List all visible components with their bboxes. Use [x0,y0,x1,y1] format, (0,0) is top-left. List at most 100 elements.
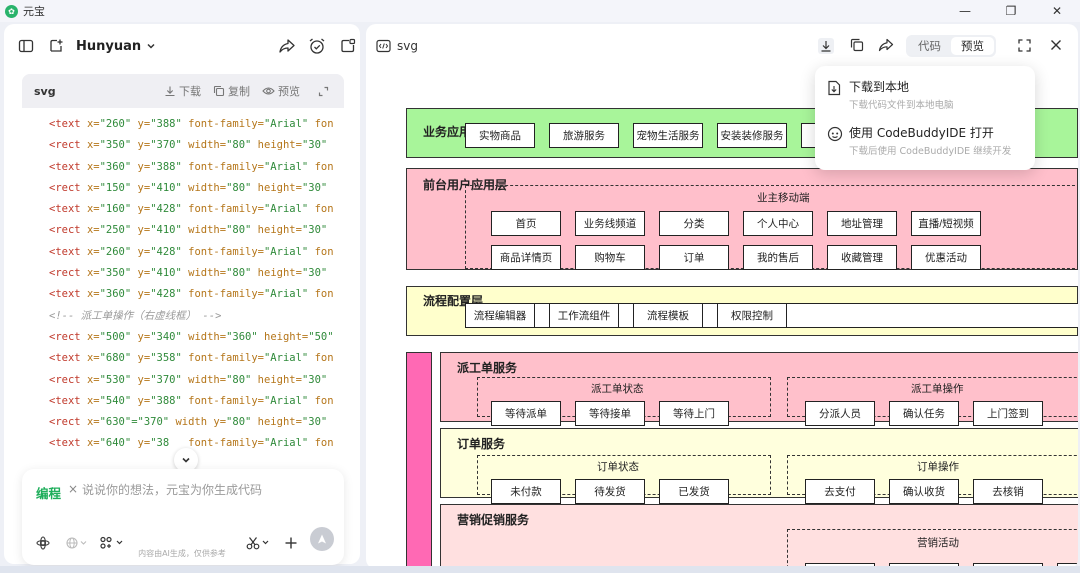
code-language: svg [34,84,56,98]
code-token: <text [49,288,87,301]
code-token: y= [137,394,151,407]
code-card-header: svg 下载 复制 预览 [22,74,344,108]
model-selector[interactable]: Hunyuan [76,39,141,54]
code-line: <text x="680" y="358" font-family="Arial… [22,348,344,369]
diagram-box: 上门签到 [973,401,1043,426]
code-token: "388" [150,118,189,130]
tab-preview[interactable]: 预览 [951,37,994,55]
code-token: <text [49,437,87,450]
code-token: y= [137,139,151,152]
download-local-option[interactable]: 下载到本地 下载代码文件到本地电脑 [827,78,1027,118]
code-token: "410" [150,267,189,280]
code-token: "410" [150,181,189,194]
code-token: "Arial" [263,160,315,173]
diagram-box: 确认收货 [889,479,959,504]
code-token: <rect [49,373,87,386]
code-token: y= [137,203,151,216]
code-token: "Arial" [263,245,315,258]
code-token: font-family= [188,437,264,450]
code-token: "410" [150,224,189,237]
app-title: 元宝 [23,5,45,18]
disclaimer: 内容由AI生成，仅供参考 [138,549,226,558]
code-token: "360" [99,160,138,173]
code-token: y= [137,373,151,386]
code-token: height= [257,139,302,152]
code-token: y= [137,224,151,237]
code-token: height= [257,416,302,429]
window-controls: — ❐ ✕ [942,0,1080,22]
open-codebuddy-option[interactable]: 使用 CodeBuddyIDE 打开 下载后使用 CodeBuddyIDE 继续… [827,124,1027,164]
new-chat-icon[interactable] [48,38,64,54]
code-line: <text x="360" y="388" font-family="Arial… [22,157,344,178]
copy-icon[interactable] [850,38,864,52]
code-token: <text [49,118,87,130]
maximize-button[interactable]: ❐ [988,0,1034,22]
code-token: width= [188,373,227,386]
code-token: "80" [226,181,258,194]
download-code-button[interactable]: 下载 [164,83,201,99]
preview-title: svg [397,39,418,53]
diagram-box: 宠物生活服务 [633,123,703,148]
close-icon[interactable] [1050,39,1062,51]
code-line: <rect x="250" y="410" width="80" height=… [22,220,344,241]
code-token: "80" [226,373,258,386]
code-card: svg 下载 复制 预览 <text x="260" y="388" font-… [22,74,344,486]
chevron-down-icon[interactable] [146,41,156,51]
file-download-icon [827,80,841,100]
code-token: "428" [150,245,189,258]
code-token: "260" [99,245,138,258]
group-label: 业主移动端 [757,192,810,204]
code-token: fon [314,160,334,173]
mode-close-button[interactable]: × [68,482,78,496]
download-icon[interactable] [818,38,834,54]
code-token: width [175,416,214,429]
code-token: height= [264,330,309,343]
diagram-box: 流程模板 [633,303,703,328]
diagram-box: 未付款 [491,479,561,504]
group-label: 营销活动 [917,537,959,549]
fullscreen-icon[interactable] [1018,39,1031,52]
window-add-icon[interactable] [340,38,356,54]
code-token: font-family= [188,394,264,407]
alarm-clock-icon[interactable] [308,37,326,55]
code-token: x= [86,139,100,152]
diagram-box: 首页 [491,211,561,236]
diagram-box: 权限控制 [717,303,787,328]
download-menu: 下载到本地 下载代码文件到本地电脑 使用 CodeBuddyIDE 打开 下载后… [815,66,1035,170]
diagram-box: 直播/短视频 [911,211,981,236]
code-token: "340" [150,330,189,343]
diagram-box: 安装装修服务 [717,123,787,148]
option-desc: 下载后使用 CodeBuddyIDE 继续开发 [849,146,1012,157]
close-window-button[interactable]: ✕ [1034,0,1080,22]
diagram-box: 等待上门 [659,401,729,426]
diagram-box: 商品详情页 [491,245,561,270]
sidebar-toggle-icon[interactable] [18,38,34,54]
preview-code-button[interactable]: 预览 [262,83,300,99]
code-token: x= [86,160,100,173]
group-label: 订单操作 [917,461,959,473]
code-token: width= [188,181,227,194]
layer-title: 营销促销服务 [457,513,530,527]
code-token: "360" [99,288,138,301]
code-token: "30" [301,373,328,386]
code-token: x= [86,288,100,301]
code-file-icon [376,39,391,53]
expand-code-icon[interactable] [318,86,332,97]
tab-code[interactable]: 代码 [908,37,951,55]
copy-code-button[interactable]: 复制 [213,83,250,99]
chat-input[interactable] [82,479,332,501]
code-line: <rect x="530" y="370" width="80" height=… [22,370,344,391]
chat-panel: Hunyuan svg 下载 复制 预览 <text x="260" y="38… [4,24,360,565]
diagram-box: 地址管理 [827,211,897,236]
share-icon[interactable] [278,38,296,54]
code-token: y= [137,330,151,343]
share-icon[interactable] [878,38,894,52]
code-token: fon [314,352,334,365]
diagram-box: 确认任务 [889,401,959,426]
option-title: 使用 CodeBuddyIDE 打开 [849,126,994,140]
download-icon [165,86,175,97]
code-token: <rect [49,139,87,152]
minimize-button[interactable]: — [942,0,988,22]
code-token: y= [137,118,151,130]
code-token: width= [188,330,227,343]
